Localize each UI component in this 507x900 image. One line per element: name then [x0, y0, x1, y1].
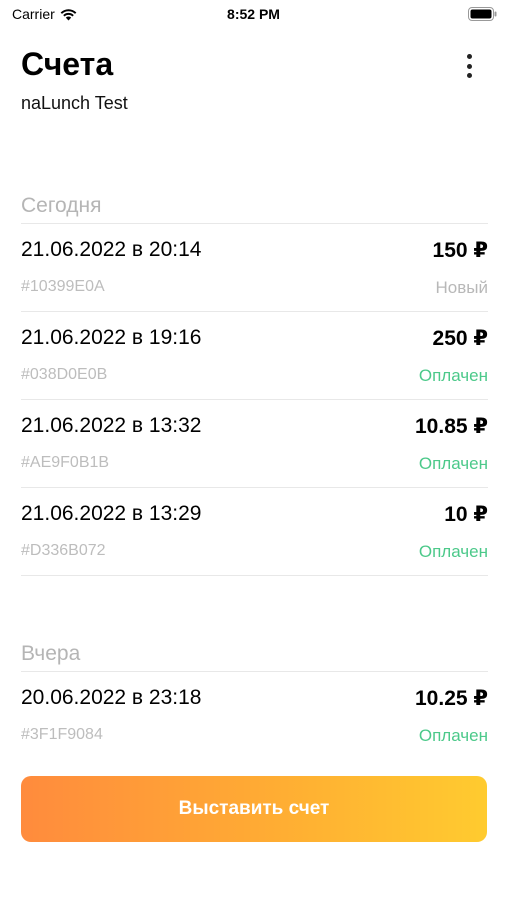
invoice-row[interactable]: 20.06.2022 в 23:18 10.25 ₽ #3F1F9084 Опл… — [21, 672, 488, 760]
battery-icon — [468, 7, 497, 21]
invoice-id: #AE9F0B1B — [21, 454, 110, 471]
invoice-amount: 10.85 ₽ — [415, 415, 488, 438]
section-today: Сегодня 21.06.2022 в 20:14 150 ₽ #10399E… — [21, 187, 488, 576]
more-vertical-icon — [466, 54, 472, 59]
invoice-date: 21.06.2022 в 13:29 — [21, 502, 202, 525]
invoice-date: 21.06.2022 в 20:14 — [21, 238, 202, 261]
section-yesterday: Вчера 20.06.2022 в 23:18 10.25 ₽ #3F1F90… — [21, 635, 488, 760]
invoice-status: Оплачен — [418, 726, 488, 745]
invoice-amount: 150 ₽ — [432, 239, 488, 262]
invoice-id: #D336B072 — [21, 542, 106, 559]
invoice-status: Оплачен — [418, 366, 488, 385]
invoice-id: #10399E0A — [21, 278, 105, 295]
page-subtitle: naLunch Test — [21, 93, 128, 113]
invoice-date: 20.06.2022 в 23:18 — [21, 686, 202, 709]
invoice-id: #3F1F9084 — [21, 726, 103, 743]
invoice-date: 21.06.2022 в 19:16 — [21, 326, 202, 349]
invoice-date: 21.06.2022 в 13:32 — [21, 414, 202, 437]
invoice-amount: 10 ₽ — [444, 503, 488, 526]
create-invoice-button[interactable]: Выставить счет — [21, 776, 487, 842]
more-options-button[interactable] — [461, 52, 477, 80]
invoice-status: Оплачен — [418, 454, 488, 473]
invoice-id: #038D0E0B — [21, 366, 108, 383]
invoice-amount: 250 ₽ — [432, 327, 488, 350]
invoice-status: Новый — [435, 278, 488, 297]
invoice-status: Оплачен — [418, 542, 488, 561]
section-title: Вчера — [21, 635, 488, 672]
page-title: Счета — [21, 46, 114, 82]
invoice-amount: 10.25 ₽ — [415, 687, 488, 710]
invoice-row[interactable]: 21.06.2022 в 20:14 150 ₽ #10399E0A Новый — [21, 224, 488, 312]
invoice-row[interactable]: 21.06.2022 в 19:16 250 ₽ #038D0E0B Оплач… — [21, 312, 488, 400]
section-title: Сегодня — [21, 187, 488, 224]
invoice-row[interactable]: 21.06.2022 в 13:29 10 ₽ #D336B072 Оплаче… — [21, 488, 488, 576]
invoice-row[interactable]: 21.06.2022 в 13:32 10.85 ₽ #AE9F0B1B Опл… — [21, 400, 488, 488]
status-time: 8:52 PM — [227, 6, 280, 22]
status-bar: Carrier 8:52 PM — [0, 0, 507, 30]
